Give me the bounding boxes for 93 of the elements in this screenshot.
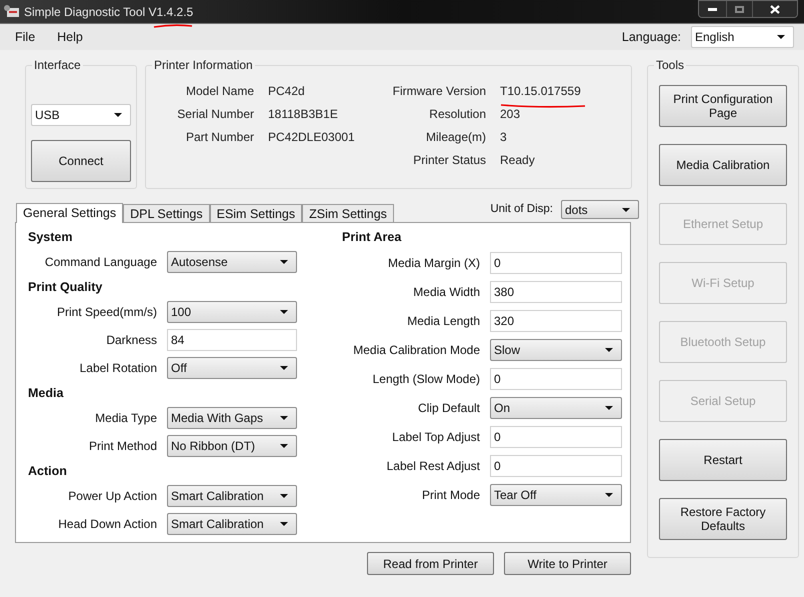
field-label: Label Rotation: [78, 360, 158, 377]
caret-icon: [622, 208, 630, 212]
caret-icon: [280, 416, 288, 420]
menu-item[interactable]: File: [15, 28, 36, 46]
tab[interactable]: General Settings: [16, 203, 124, 223]
info-label: Serial Number: [176, 106, 254, 122]
tab[interactable]: ZSim Settings: [302, 204, 394, 222]
button[interactable]: Write to Printer: [504, 552, 631, 575]
caret-icon: [605, 492, 613, 496]
button[interactable]: Connect: [31, 140, 131, 182]
field-label: Darkness: [105, 332, 158, 349]
underline-mark: [153, 24, 194, 28]
field-label: Label Top Adjust: [391, 428, 481, 446]
section-heading: Print Quality: [28, 279, 104, 296]
info-value: Ready: [500, 152, 535, 166]
input-field[interactable]: 380: [490, 280, 622, 302]
dropdown[interactable]: Autosense: [167, 251, 297, 273]
caret-icon: [280, 522, 288, 526]
caret-icon: [280, 494, 288, 498]
minimize-button[interactable]: [699, 1, 727, 17]
info-value: T10.15.017559: [500, 84, 581, 98]
maximize-icon: [735, 6, 744, 12]
input-field[interactable]: 0: [490, 368, 622, 390]
dropdown[interactable]: Slow: [490, 338, 622, 360]
input-field[interactable]: 320: [490, 310, 622, 332]
caret-icon: [280, 310, 288, 314]
dropdown[interactable]: Media With Gaps: [167, 407, 297, 429]
field-label: Clip Default: [416, 400, 481, 416]
field-label: Command Language: [44, 254, 158, 271]
section-heading: System: [28, 229, 74, 246]
dropdown[interactable]: On: [490, 396, 622, 418]
button[interactable]: Media Calibration: [659, 144, 787, 186]
section-heading: Media: [28, 385, 64, 402]
dropdown[interactable]: No Ribbon (DT): [167, 435, 297, 457]
info-label: Resolution: [428, 106, 486, 122]
caret-icon: [114, 113, 122, 117]
dropdown[interactable]: USB: [31, 104, 131, 126]
caret-icon: [280, 444, 288, 448]
info-label: Mileage(m): [424, 128, 486, 146]
tab[interactable]: DPL Settings: [123, 204, 210, 222]
maximize-button[interactable]: [727, 1, 753, 17]
menu-item[interactable]: Help: [57, 28, 83, 46]
dropdown[interactable]: English: [691, 26, 794, 48]
caret-icon: [777, 35, 785, 39]
input-field[interactable]: 0: [490, 252, 622, 274]
language-label: Language:: [622, 28, 681, 46]
dropdown[interactable]: Off: [167, 357, 297, 379]
field-label: Media Width: [412, 284, 481, 300]
dropdown[interactable]: 100: [167, 301, 297, 323]
info-value: PC42d: [268, 84, 305, 98]
section-heading: Print Area: [342, 229, 402, 246]
field-label: Media Calibration Mode: [352, 342, 481, 358]
app-icon: [4, 4, 20, 18]
info-label: Model Name: [184, 82, 254, 100]
input-field[interactable]: 0: [490, 454, 622, 476]
caret-icon: [605, 348, 613, 352]
dropdown[interactable]: dots: [561, 200, 639, 219]
dropdown[interactable]: Tear Off: [490, 484, 622, 506]
field-label: Media Type: [94, 410, 158, 427]
field-label: Print Speed(mm/s): [56, 304, 158, 321]
info-label: Firmware Version: [392, 82, 486, 100]
dropdown[interactable]: Smart Calibration: [167, 513, 297, 535]
button[interactable]: Restart: [659, 439, 787, 481]
minimize-icon: [708, 8, 717, 10]
caret-icon: [605, 406, 613, 410]
info-label: Part Number: [184, 128, 254, 146]
info-value: 203: [500, 106, 520, 120]
button[interactable]: Print Configuration Page: [659, 85, 787, 127]
field-label: Length (Slow Mode): [372, 370, 481, 388]
caret-icon: [280, 366, 288, 370]
field-label: Print Mode: [420, 486, 481, 504]
field-label: Head Down Action: [57, 516, 158, 533]
field-label: Media Length: [406, 312, 481, 330]
info-value: PC42DLE03001: [268, 130, 355, 144]
close-button[interactable]: [753, 1, 797, 17]
input-field[interactable]: 84: [167, 329, 297, 351]
input-field[interactable]: 0: [490, 426, 622, 448]
close-icon: [770, 4, 780, 14]
section-heading: Action: [28, 463, 68, 480]
info-label: Printer Status: [412, 152, 486, 168]
field-label: Media Margin (X): [386, 254, 481, 272]
field-label: Power Up Action: [67, 488, 158, 505]
button[interactable]: Restore Factory Defaults: [659, 498, 787, 540]
info-value: 3: [500, 130, 507, 144]
tab[interactable]: ESim Settings: [210, 204, 302, 222]
caret-icon: [280, 260, 288, 264]
window-title: Simple Diagnostic Tool V1.4.2.5: [24, 4, 194, 18]
field-label: Label Rest Adjust: [386, 458, 481, 474]
info-value: 18118B3B1E: [268, 106, 338, 120]
field-label: Print Method: [88, 438, 158, 455]
button[interactable]: Read from Printer: [367, 552, 494, 575]
dropdown[interactable]: Smart Calibration: [167, 485, 297, 507]
unit-label: Unit of Disp:: [490, 202, 553, 217]
